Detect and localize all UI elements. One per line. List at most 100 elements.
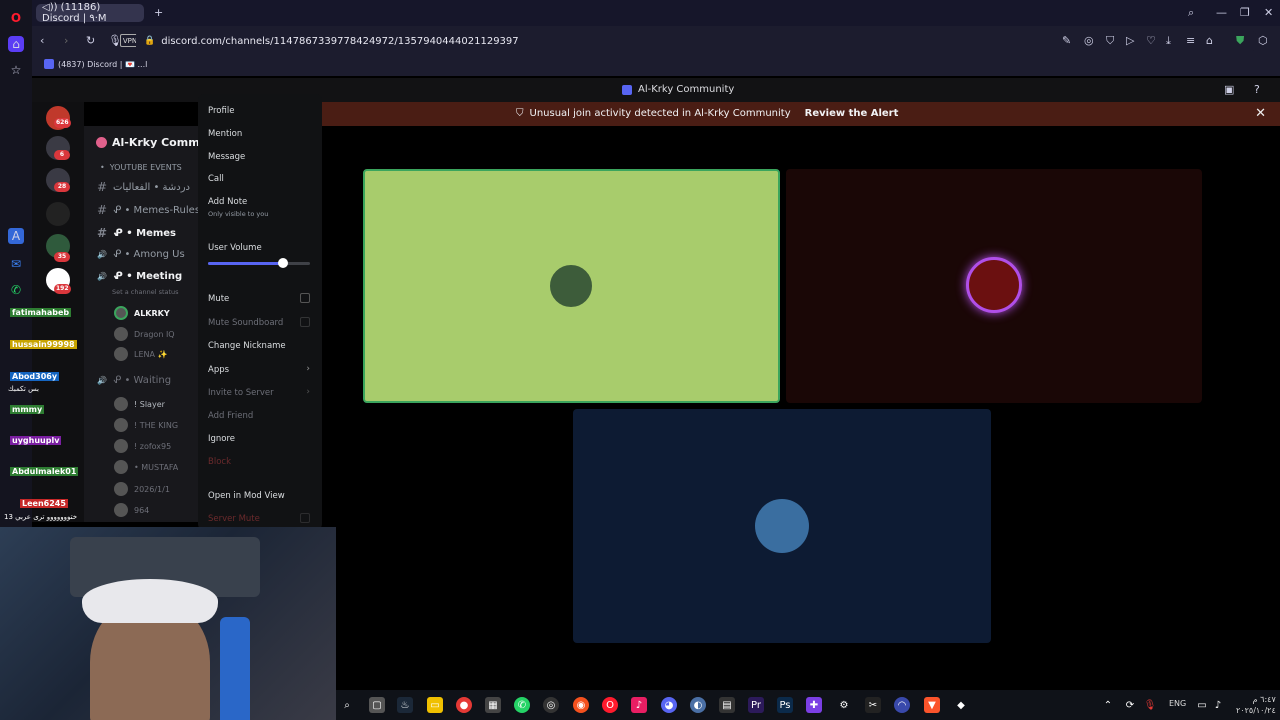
- menu-item-profile[interactable]: Profile: [208, 106, 234, 116]
- menu-icon[interactable]: ≡: [1186, 34, 1195, 47]
- bag-icon[interactable]: ⌂: [1206, 34, 1213, 47]
- menu-item-mute-soundboard[interactable]: Mute Soundboard: [208, 318, 283, 328]
- inbox-icon[interactable]: ▣: [1224, 83, 1234, 96]
- steam-icon[interactable]: ♨: [397, 697, 413, 713]
- extensions-icon[interactable]: ⬡: [1258, 34, 1268, 47]
- app-icon[interactable]: ▦: [485, 697, 501, 713]
- star-icon[interactable]: ☆: [8, 62, 24, 78]
- brave-icon[interactable]: ▼: [924, 697, 940, 713]
- mute-checkbox[interactable]: [300, 293, 310, 303]
- app-icon[interactable]: ◠: [894, 697, 910, 713]
- app-icon[interactable]: ◆: [953, 697, 969, 713]
- user-volume-slider[interactable]: [208, 258, 310, 268]
- search-icon[interactable]: ⌕: [1188, 6, 1194, 20]
- forward-icon[interactable]: ›: [64, 34, 68, 47]
- mute-soundboard-checkbox[interactable]: [300, 317, 310, 327]
- voice-user[interactable]: 964: [114, 503, 149, 517]
- clock[interactable]: ٦:٤٧ م ٢٠٢٥/١٠/٢٤: [1236, 694, 1276, 716]
- settings-icon[interactable]: ⚙: [836, 697, 852, 713]
- voice-user[interactable]: ! Slayer: [114, 397, 165, 411]
- voice-user[interactable]: Dragon IQ: [114, 327, 175, 341]
- play-icon[interactable]: ▷: [1126, 34, 1134, 47]
- voice-channel-among-us[interactable]: 🔊 ᕵ • Among Us: [96, 249, 185, 260]
- menu-item-add-friend[interactable]: Add Friend: [208, 411, 253, 421]
- tab-discord[interactable]: ◁)) (11186) Discord | ٩·M: [36, 2, 144, 24]
- new-tab-icon[interactable]: +: [154, 6, 163, 19]
- task-view-icon[interactable]: ▢: [369, 697, 385, 713]
- close-icon[interactable]: ✕: [1255, 106, 1266, 121]
- premiere-icon[interactable]: Pr: [748, 697, 764, 713]
- server-mute-checkbox[interactable]: [300, 513, 310, 523]
- menu-item-apps[interactable]: Apps: [208, 365, 229, 375]
- voice-user[interactable]: ! THE KING: [114, 418, 178, 432]
- menu-item-block[interactable]: Block: [208, 457, 231, 467]
- voice-user[interactable]: ! zofox95: [114, 439, 171, 453]
- menu-item-add-note[interactable]: Add Note: [208, 197, 247, 207]
- channel-status[interactable]: Set a channel status: [112, 288, 179, 296]
- voice-user[interactable]: • MUSTAFA: [114, 460, 178, 474]
- whatsapp-icon[interactable]: ✆: [514, 697, 530, 713]
- menu-item-mention[interactable]: Mention: [208, 129, 242, 139]
- video-tile[interactable]: [573, 409, 991, 643]
- volume-handle[interactable]: [278, 258, 289, 268]
- channel-memes[interactable]: # ᕵ • Memes: [96, 226, 176, 240]
- gamepad-icon[interactable]: ✚: [806, 697, 822, 713]
- folder-icon[interactable]: ▭: [427, 697, 443, 713]
- messenger-icon[interactable]: ✉: [8, 256, 24, 272]
- capcut-icon[interactable]: ✂: [865, 697, 881, 713]
- chrome-icon[interactable]: ●: [456, 697, 472, 713]
- opera-logo-icon[interactable]: O: [8, 10, 24, 26]
- video-tile[interactable]: [786, 169, 1202, 403]
- opera-icon[interactable]: O: [602, 697, 618, 713]
- search-icon[interactable]: ⌕: [339, 697, 355, 713]
- menu-item-server-mute[interactable]: Server Mute: [208, 514, 260, 524]
- maximize-icon[interactable]: ❐: [1240, 6, 1250, 19]
- app-icon[interactable]: ▤: [719, 697, 735, 713]
- shield-icon[interactable]: ⛉: [1106, 34, 1114, 48]
- tiktok-icon[interactable]: ♪: [631, 697, 647, 713]
- edit-icon[interactable]: ✎: [1062, 34, 1071, 47]
- server-icon[interactable]: [46, 202, 70, 226]
- mic-icon[interactable]: 🎙: [1142, 697, 1158, 713]
- channel-events-chat[interactable]: # دردشة • الفعاليات: [96, 180, 190, 194]
- photoshop-icon[interactable]: Ps: [777, 697, 793, 713]
- close-icon[interactable]: ✕: [1264, 6, 1273, 19]
- monitor-icon[interactable]: ▭: [1194, 697, 1210, 713]
- download-icon[interactable]: ⤓: [1166, 34, 1171, 48]
- review-alert-link[interactable]: Review the Alert: [805, 108, 899, 119]
- category-youtube-events[interactable]: • YOUTUBE EVENTS: [100, 163, 182, 172]
- whatsapp-icon[interactable]: ✆: [8, 282, 24, 298]
- back-icon[interactable]: ‹: [40, 34, 44, 47]
- tray-chevron-icon[interactable]: ⌃: [1100, 697, 1116, 713]
- voice-user[interactable]: ALKRKY: [114, 306, 170, 320]
- app-icon[interactable]: ◐: [690, 697, 706, 713]
- speaker-icon[interactable]: ♪: [1210, 697, 1226, 713]
- menu-item-call[interactable]: Call: [208, 174, 224, 184]
- app-icon[interactable]: A: [8, 228, 24, 244]
- discord-icon[interactable]: ◕: [661, 697, 677, 713]
- voice-channel-meeting[interactable]: 🔊 ᕵ • Meeting: [96, 271, 182, 282]
- menu-item-mute[interactable]: Mute: [208, 294, 229, 304]
- reload-icon[interactable]: ↻: [86, 34, 95, 47]
- voice-user[interactable]: LENA ✨: [114, 347, 167, 361]
- minimize-icon[interactable]: —: [1216, 6, 1227, 19]
- voice-user[interactable]: 2026/1/1: [114, 482, 170, 496]
- video-tile-speaking[interactable]: [363, 169, 780, 403]
- voice-channel-waiting[interactable]: 🔊 ᕵ • Waiting: [96, 375, 171, 386]
- app-icon[interactable]: ◎: [543, 697, 559, 713]
- home-icon[interactable]: ⌂: [8, 36, 24, 52]
- menu-item-message[interactable]: Message: [208, 152, 245, 162]
- channel-memes-rules[interactable]: # ᕵ • Memes-Rules: [96, 203, 200, 217]
- language-indicator[interactable]: ENG: [1169, 699, 1186, 708]
- bookmark-discord[interactable]: (4837) Discord | 💌 ...l: [44, 59, 147, 69]
- help-icon[interactable]: ?: [1254, 83, 1260, 96]
- sync-icon[interactable]: ⟳: [1122, 697, 1138, 713]
- camera-icon[interactable]: ◎: [1084, 34, 1094, 47]
- menu-item-ignore[interactable]: Ignore: [208, 434, 235, 444]
- app-icon[interactable]: ◉: [573, 697, 589, 713]
- menu-item-change-nickname[interactable]: Change Nickname: [208, 341, 286, 351]
- heart-icon[interactable]: ♡: [1146, 34, 1156, 47]
- menu-item-mod-view[interactable]: Open in Mod View: [208, 491, 285, 501]
- vpn-shield-icon[interactable]: ⛊: [1236, 34, 1244, 48]
- menu-item-invite[interactable]: Invite to Server: [208, 388, 274, 398]
